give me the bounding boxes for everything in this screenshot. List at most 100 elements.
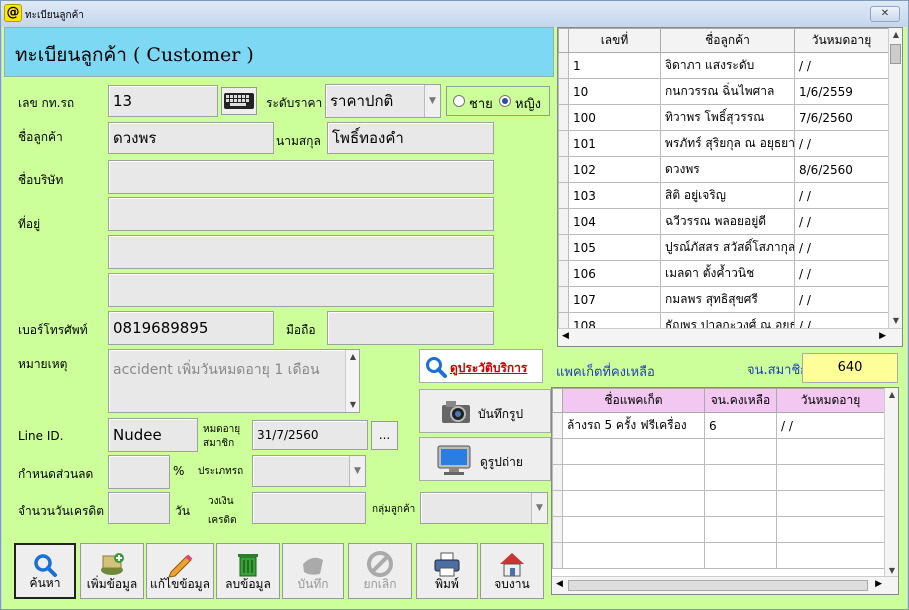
home-exit-icon (500, 553, 524, 577)
scroll-up-icon[interactable]: ▲ (889, 28, 902, 42)
credit-limit-input[interactable] (252, 492, 366, 524)
delete-data-label: ลบข้อมูล (225, 577, 271, 591)
customer-row[interactable]: 10 กนกวรรณ ฉิ่นไพศาล 1/6/2559 (558, 78, 889, 105)
service-history-button[interactable]: ดูประวัติบริการ (419, 349, 543, 383)
column-header[interactable]: ชื่อแพคเก็ต (562, 388, 705, 413)
row-indicator[interactable] (558, 78, 569, 105)
expire-label-1: หมดอายุ (203, 424, 241, 435)
package-grid-scrollbar[interactable]: ▲ ▼ (884, 388, 898, 578)
name-input[interactable]: ดวงพร (108, 122, 274, 154)
customer-row[interactable]: 106 เมลดา ตั้งค้ำวนิช / / (558, 260, 889, 287)
hscroll-thumb[interactable] (568, 580, 868, 591)
row-indicator[interactable] (558, 234, 569, 261)
scroll-left-icon[interactable]: ◀ (556, 579, 563, 589)
column-header[interactable]: วันหมดอายุ (794, 28, 889, 53)
price-level-select[interactable]: ราคาปกติ ▼ (325, 84, 441, 118)
row-indicator[interactable] (558, 182, 569, 209)
customer-group-label: กลุ่มลูกค้า (372, 504, 416, 515)
radio-female[interactable] (499, 95, 511, 107)
search-button-label: ค้นหา (29, 576, 61, 590)
table-cell: / / (776, 412, 885, 439)
scroll-thumb[interactable] (890, 44, 901, 64)
row-indicator[interactable] (558, 52, 569, 79)
car-type-select[interactable]: ▼ (252, 455, 366, 487)
save-button[interactable]: บันทึก (282, 543, 344, 599)
close-button[interactable]: ✕ (870, 6, 900, 22)
customer-row[interactable]: 102 ดวงพร 8/6/2560 (558, 156, 889, 183)
remark-scrollbar[interactable]: ▲ ▼ (345, 350, 359, 412)
column-header[interactable]: จน.คงเหลือ (704, 388, 777, 413)
customer-row[interactable]: 101 พรภัทร์ สุริยกุล ณ อยุธยา / / (558, 130, 889, 157)
customer-row[interactable]: 103 สิติ อยู่เจริญ / / (558, 182, 889, 209)
scroll-down-icon[interactable]: ▼ (346, 398, 359, 412)
credit-days-input[interactable] (108, 492, 170, 524)
row-indicator[interactable] (552, 412, 563, 439)
radio-male[interactable] (453, 95, 465, 107)
address-line-3[interactable] (108, 273, 494, 307)
date-picker-button[interactable]: ... (371, 421, 398, 450)
search-button[interactable]: ค้นหา (14, 543, 76, 599)
row-indicator[interactable] (558, 208, 569, 235)
column-header[interactable]: ชื่อลูกค้า (660, 28, 795, 53)
company-input[interactable] (108, 160, 494, 194)
phone-input[interactable]: 0819689895 (108, 311, 274, 345)
table-cell: 100 (568, 104, 661, 131)
column-header[interactable]: วันหมดอายุ (776, 388, 885, 413)
price-level-value: ราคาปกติ (330, 92, 394, 110)
view-photo-label: ดูรูปถ่าย (480, 455, 523, 469)
table-cell: / / (794, 208, 889, 235)
empty-row (552, 490, 885, 517)
table-cell: พรภัทร์ สุริยกุล ณ อยุธยา (660, 130, 795, 157)
address-line-1[interactable] (108, 197, 494, 231)
row-indicator-header (558, 28, 569, 53)
table-cell: ทิวาพร โพธิ์สุวรรณ (660, 104, 795, 131)
line-id-input[interactable]: Nudee (108, 418, 198, 452)
save-photo-button[interactable]: บันทึกรูป (419, 389, 551, 433)
table-cell: / / (794, 52, 889, 79)
customer-grid-scrollbar[interactable]: ▲ ▼ (888, 28, 902, 328)
customer-grid-hscrollbar[interactable]: ◀ ▶ (558, 328, 902, 346)
scroll-up-icon[interactable]: ▲ (346, 350, 359, 364)
package-grid-hscrollbar[interactable]: ◀ ▶ (552, 576, 898, 594)
delete-data-button[interactable]: ลบข้อมูล (216, 543, 280, 599)
customer-row[interactable]: 1 จิดาภา แสงระดับ / / (558, 52, 889, 79)
keyboard-button[interactable] (221, 87, 257, 115)
expire-date-input[interactable]: 31/7/2560 (252, 420, 368, 450)
chevron-down-icon[interactable]: ▼ (349, 456, 365, 486)
table-cell (552, 490, 563, 517)
table-cell (704, 516, 777, 543)
view-photo-button[interactable]: ดูรูปถ่าย (419, 437, 551, 481)
table-cell (562, 464, 705, 491)
print-button[interactable]: พิมพ์ (416, 543, 478, 599)
scroll-right-icon[interactable]: ▶ (875, 579, 882, 589)
scroll-left-icon[interactable]: ◀ (562, 331, 569, 341)
discount-input[interactable] (108, 455, 170, 489)
remark-textarea[interactable]: accident เพิ่มวันหมดอายุ 1 เดือน ▲ ▼ (108, 349, 360, 413)
car-reg-input[interactable]: 13 (108, 85, 218, 117)
customer-row[interactable]: 104 ฉวีวรรณ พลอยอยู่ดี / / (558, 208, 889, 235)
column-header[interactable]: เลขที่ (568, 28, 661, 53)
scroll-down-icon[interactable]: ▼ (889, 314, 902, 328)
surname-input[interactable]: โพธิ์ทองคำ (327, 122, 494, 154)
scroll-right-icon[interactable]: ▶ (879, 331, 886, 341)
row-indicator[interactable] (558, 260, 569, 287)
row-indicator[interactable] (558, 130, 569, 157)
exit-button[interactable]: จบงาน (480, 543, 544, 599)
mobile-input[interactable] (327, 311, 494, 345)
row-indicator[interactable] (558, 156, 569, 183)
address-line-2[interactable] (108, 235, 494, 269)
chevron-down-icon[interactable]: ▼ (424, 85, 440, 117)
row-indicator[interactable] (558, 104, 569, 131)
customer-row[interactable]: 105 ปูรณ์ภัสสร สวัสดิ์โสภากุล / / (558, 234, 889, 261)
customer-group-select[interactable]: ▼ (420, 492, 548, 524)
scroll-up-icon[interactable]: ▲ (885, 388, 898, 402)
chevron-down-icon[interactable]: ▼ (531, 493, 547, 523)
customer-row[interactable]: 107 กมลพร สุทธิสุขศรี / / (558, 286, 889, 313)
cancel-button[interactable]: ยกเลิก (348, 543, 412, 599)
row-indicator[interactable] (558, 286, 569, 313)
member-count-value: 640 (802, 353, 898, 383)
add-data-button[interactable]: เพิ่มข้อมูล (80, 543, 144, 599)
customer-row[interactable]: 100 ทิวาพร โพธิ์สุวรรณ 7/6/2560 (558, 104, 889, 131)
edit-data-button[interactable]: แก้ไขข้อมูล (146, 543, 214, 599)
package-row[interactable]: ล้างรถ 5 ครั้ง ฟรีเครื่อง 6/ / (552, 412, 885, 439)
